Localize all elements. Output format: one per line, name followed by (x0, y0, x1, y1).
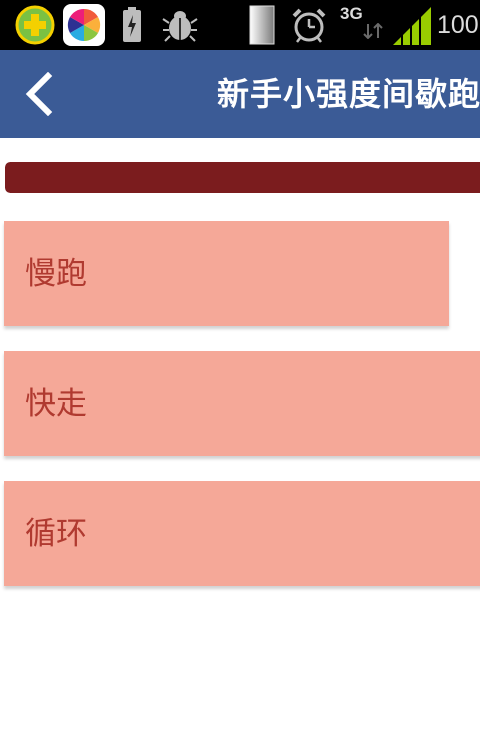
list-item-label: 循环 (25, 516, 87, 552)
list-item-label: 快走 (25, 386, 87, 422)
network-3g-icon: 3G (340, 0, 384, 50)
sim-card-icon (248, 0, 276, 50)
colorful-app-icon (62, 0, 106, 50)
battery-charging-icon (120, 0, 144, 50)
signal-icon (391, 0, 433, 46)
page-title: 新手小强度间歇跑 (217, 75, 480, 113)
plus-app-icon (14, 0, 56, 50)
app-bar: 新手小强度间歇跑 (0, 50, 480, 138)
list-item-label: 慢跑 (25, 256, 87, 292)
list-item-jog[interactable]: 慢跑 (4, 221, 449, 326)
list-item-cycle[interactable]: 循环 (4, 481, 480, 586)
chevron-left-icon (25, 72, 53, 116)
status-bar: 3G 100 (0, 0, 480, 50)
battery-percent-text: 100 (437, 10, 479, 39)
battery-percent: 100 (437, 0, 480, 50)
network-type-text: 3G (340, 4, 363, 23)
bug-icon (160, 0, 200, 50)
back-button[interactable] (12, 68, 64, 120)
list-item-brisk-walk[interactable]: 快走 (4, 351, 480, 456)
workout-progress-bar (5, 162, 480, 193)
alarm-icon (290, 0, 328, 50)
progress-fill (5, 162, 480, 193)
